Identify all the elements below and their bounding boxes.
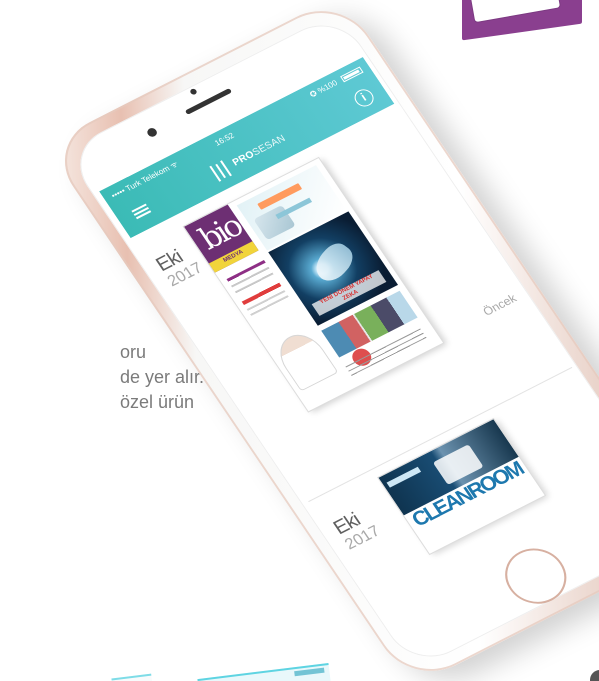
status-time: 16:52 — [212, 131, 236, 148]
hand-graphic — [308, 238, 360, 287]
info-icon[interactable]: i — [350, 86, 378, 110]
bio-magazine-cover[interactable]: bio MEDYA YENİ DÖNEM YAPAY ZEKA — [183, 158, 444, 412]
brand-mark-icon — [209, 160, 232, 182]
corner-dot — [590, 670, 599, 681]
previous-issue-link[interactable]: Öncek — [480, 291, 519, 318]
battery-icon — [340, 66, 364, 83]
bottom-thumbnail — [197, 663, 331, 681]
bottom-thumbnail — [111, 673, 153, 681]
bottom-thumbnail-label — [294, 667, 325, 677]
menu-icon[interactable] — [131, 203, 152, 220]
brand-light-text: SESAN — [250, 133, 288, 159]
promo-page: oru de yer alır. özel ürün ••••• Turk Te… — [0, 0, 599, 681]
